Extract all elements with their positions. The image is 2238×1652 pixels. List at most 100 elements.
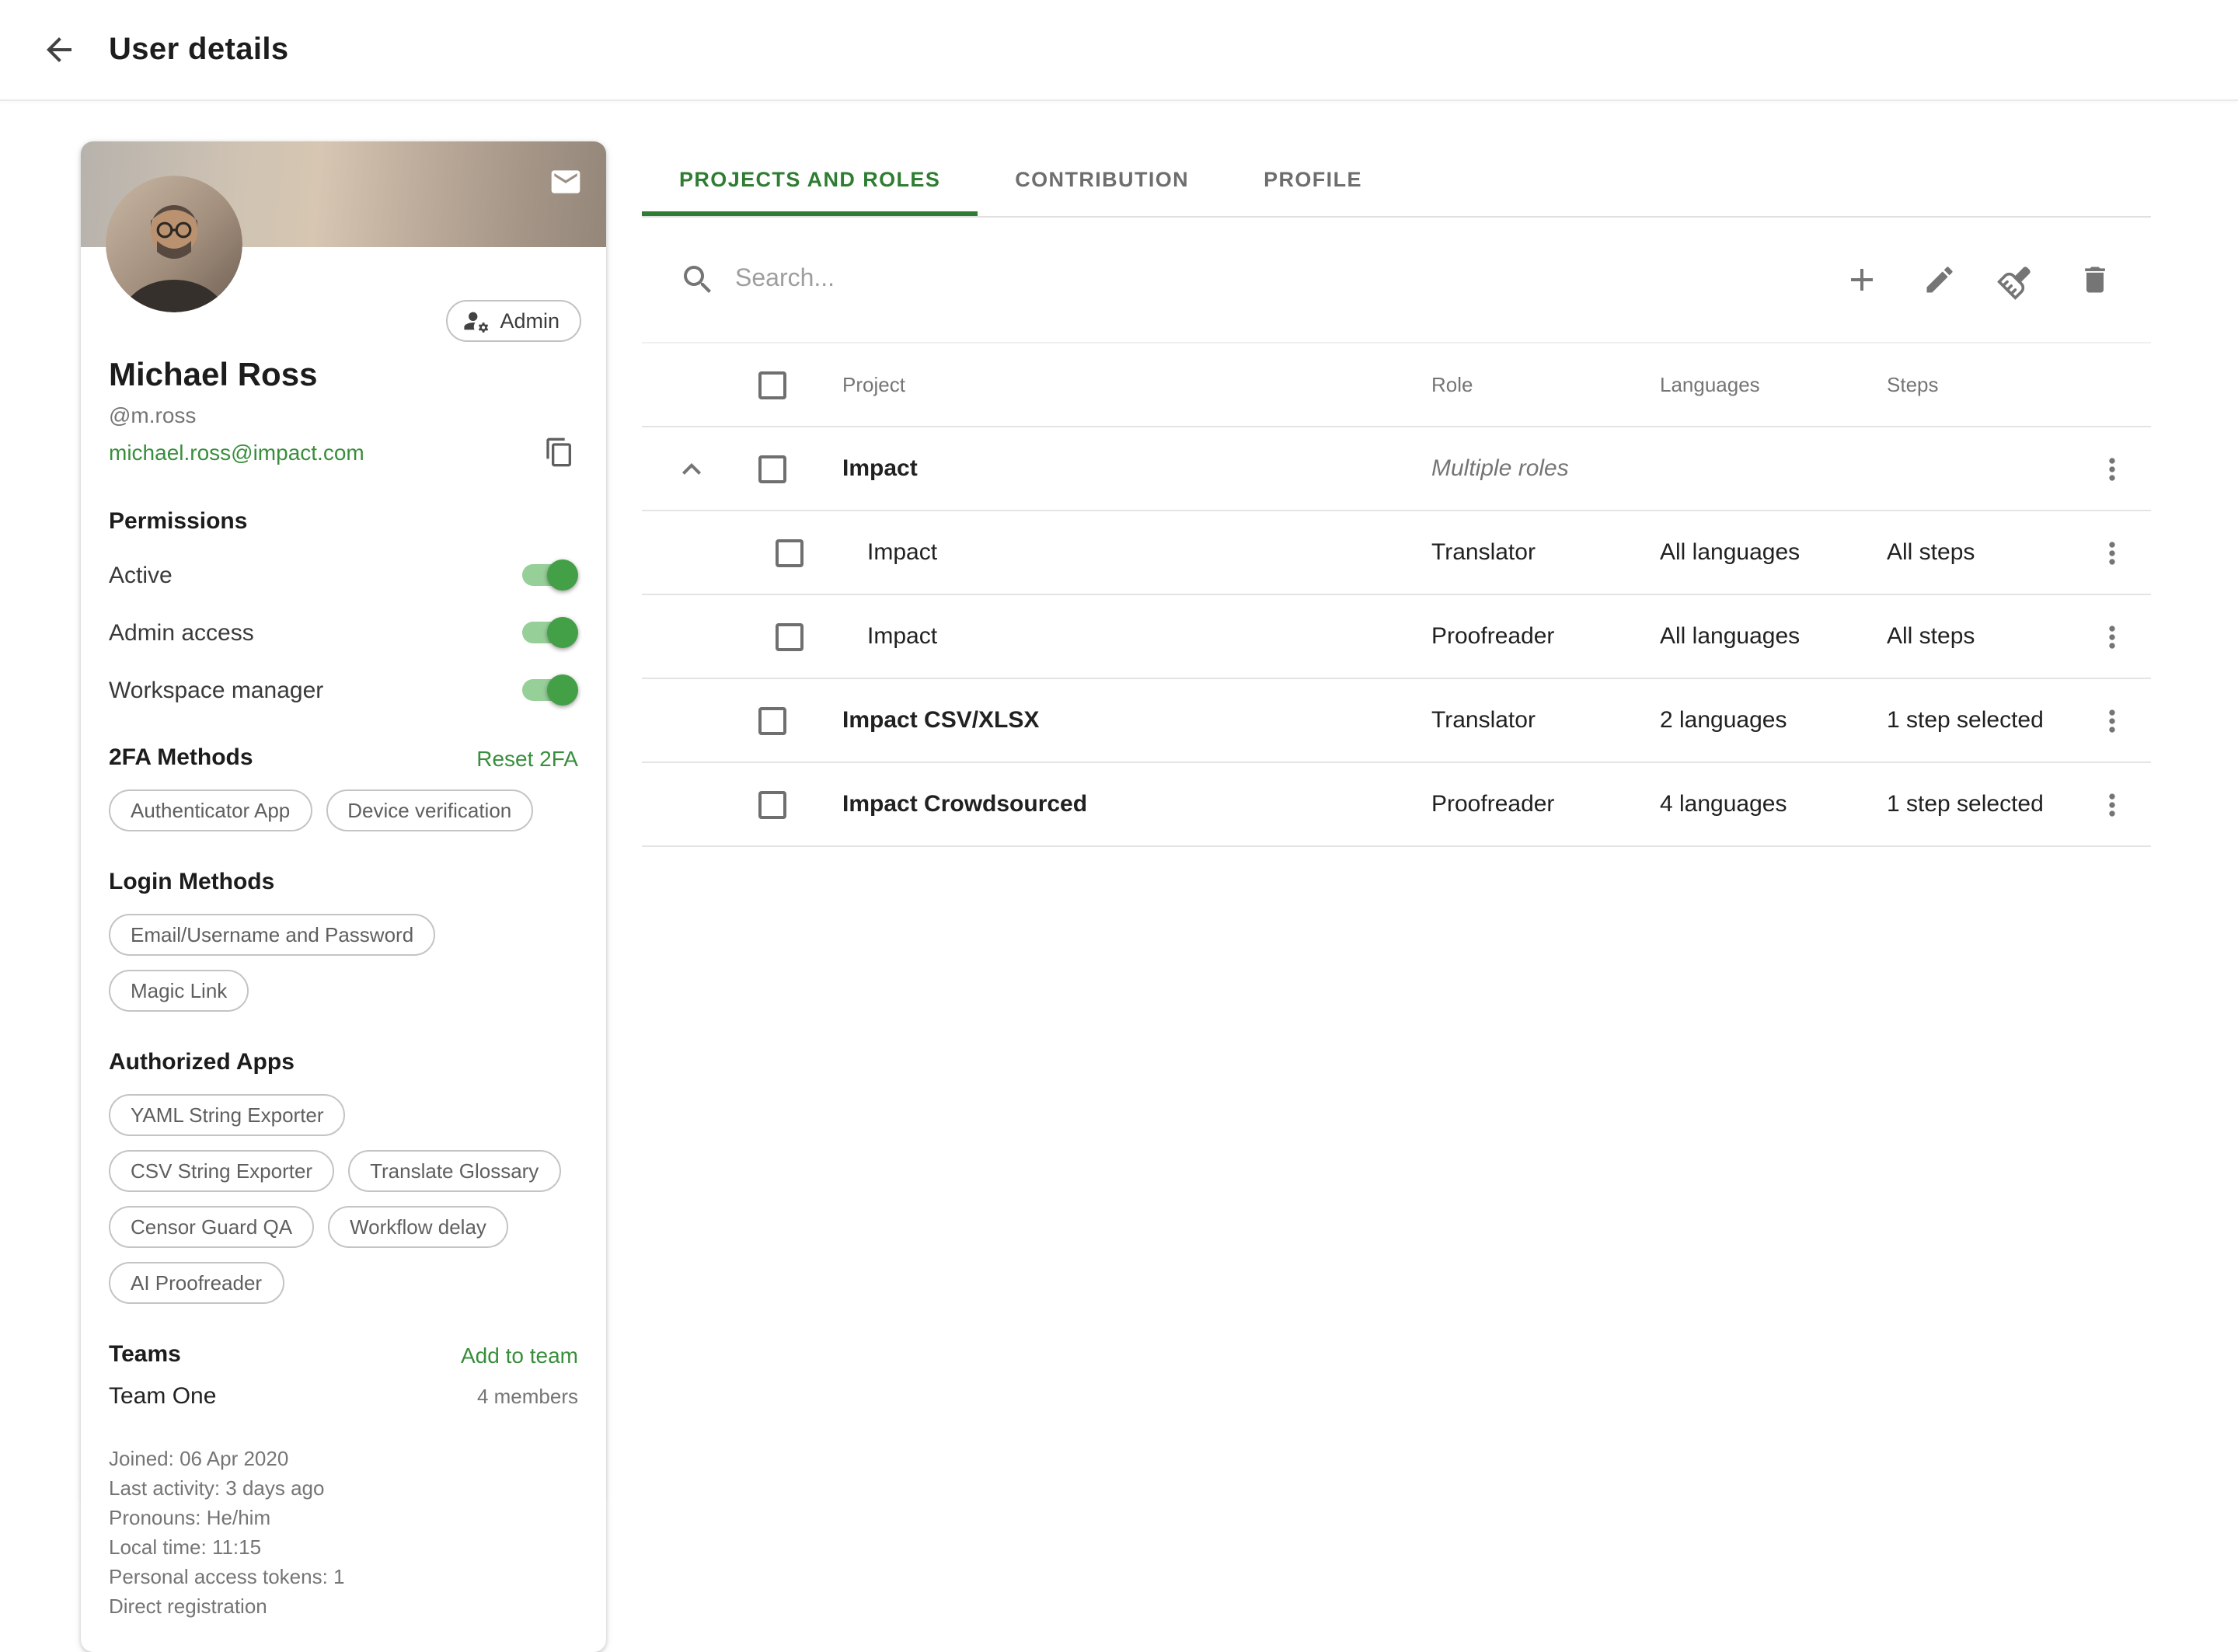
table-row[interactable]: Impact CSV/XLSX Translator 2 languages 1… [642, 679, 2151, 763]
tab-projects-and-roles[interactable]: PROJECTS AND ROLES [642, 141, 978, 216]
permissions-title: Permissions [109, 508, 578, 535]
login-method-chip: Magic Link [109, 970, 249, 1012]
project-languages: All languages [1660, 623, 1887, 650]
meta-registration: Direct registration [109, 1591, 578, 1621]
admin-badge-label: Admin [500, 309, 560, 333]
user-details-page: User details [0, 0, 2238, 1500]
project-name: Impact Crowdsourced [804, 791, 1431, 817]
identity-block: Michael Ross @m.ross michael.ross@impact… [81, 342, 606, 471]
tab-contribution[interactable]: CONTRIBUTION [978, 141, 1226, 216]
permissions-section: Permissions Active Admin access Workspac… [81, 508, 606, 707]
authorized-apps-section: Authorized Apps YAML String Exporter CSV… [81, 1049, 606, 1304]
login-methods-section: Login Methods Email/Username and Passwor… [81, 869, 606, 1012]
toggle-row-workspace-manager: Workspace manager [109, 673, 578, 707]
meta-last-activity: Last activity: 3 days ago [109, 1473, 578, 1503]
kebab-menu-icon [2095, 535, 2129, 570]
row-checkbox[interactable] [758, 790, 786, 818]
row-menu-button[interactable] [2092, 616, 2132, 657]
kebab-menu-icon [2095, 787, 2129, 821]
main-area: Admin Michael Ross @m.ross michael.ross@… [0, 101, 2238, 1500]
projects-table: Project Role Languages Steps Impact Mult… [642, 342, 2151, 847]
kebab-menu-icon [2095, 619, 2129, 653]
add-to-team-link[interactable]: Add to team [461, 1342, 578, 1367]
content-panel: PROJECTS AND ROLES CONTRIBUTION PROFILE [642, 141, 2151, 847]
login-methods-title: Login Methods [109, 869, 578, 895]
search-input[interactable] [735, 266, 1843, 294]
project-steps: 1 step selected [1887, 791, 2073, 817]
login-method-chip: Email/Username and Password [109, 914, 435, 956]
broom-icon [1993, 256, 2041, 304]
admin-user-gear-icon [462, 308, 489, 334]
app-chip: YAML String Exporter [109, 1094, 346, 1136]
back-button[interactable] [37, 28, 81, 71]
teams-section: Teams Add to team Team One 4 members [81, 1341, 606, 1410]
top-bar: User details [0, 0, 2238, 101]
tab-profile[interactable]: PROFILE [1226, 141, 1400, 216]
send-email-button[interactable] [546, 162, 586, 202]
pencil-icon [1923, 263, 1957, 297]
row-checkbox[interactable] [776, 622, 804, 650]
meta-access-tokens: Personal access tokens: 1 [109, 1562, 578, 1591]
meta-local-time: Local time: 11:15 [109, 1532, 578, 1562]
project-role: Translator [1431, 539, 1660, 566]
twofa-chip: Authenticator App [109, 789, 312, 831]
project-languages: All languages [1660, 539, 1887, 566]
row-menu-button[interactable] [2092, 784, 2132, 824]
delete-button[interactable] [2076, 261, 2114, 298]
edit-button[interactable] [1921, 261, 1958, 298]
project-name: Impact [804, 623, 1431, 650]
toolbar-actions [1843, 261, 2114, 298]
reset-2fa-link[interactable]: Reset 2FA [476, 745, 578, 770]
project-role: Proofreader [1431, 791, 1660, 817]
admin-badge: Admin [445, 300, 581, 342]
table-row[interactable]: Impact Multiple roles [642, 427, 2151, 511]
table-toolbar [642, 218, 2151, 342]
copy-icon [544, 437, 575, 468]
collapse-row-button[interactable] [671, 448, 712, 489]
mail-icon [549, 165, 583, 199]
authorized-apps-title: Authorized Apps [109, 1049, 578, 1075]
column-header-steps: Steps [1887, 373, 2073, 396]
meta-pronouns: Pronouns: He/him [109, 1503, 578, 1532]
row-checkbox[interactable] [758, 706, 786, 734]
clean-button[interactable] [1999, 261, 2036, 298]
kebab-menu-icon [2095, 451, 2129, 486]
project-steps: All steps [1887, 539, 2073, 566]
plus-icon [1843, 261, 1881, 298]
team-name: Team One [109, 1383, 216, 1410]
add-button[interactable] [1843, 261, 1881, 298]
active-toggle[interactable] [519, 559, 578, 591]
workspace-manager-toggle[interactable] [519, 674, 578, 706]
copy-email-button[interactable] [541, 434, 578, 471]
row-menu-button[interactable] [2092, 448, 2132, 489]
project-name: Impact CSV/XLSX [804, 707, 1431, 734]
table-row[interactable]: Impact Crowdsourced Proofreader 4 langua… [642, 763, 2151, 847]
admin-access-toggle[interactable] [519, 617, 578, 648]
row-menu-button[interactable] [2092, 532, 2132, 573]
kebab-menu-icon [2095, 703, 2129, 737]
page-title: User details [109, 32, 289, 68]
app-chip: Censor Guard QA [109, 1206, 314, 1248]
teams-title: Teams [109, 1341, 181, 1368]
twofa-section: 2FA Methods Reset 2FA Authenticator App … [81, 744, 606, 831]
table-header-row: Project Role Languages Steps [642, 343, 2151, 427]
search-icon [679, 261, 716, 298]
project-name: Impact [804, 455, 1431, 482]
team-list-item[interactable]: Team One 4 members [109, 1383, 578, 1410]
row-checkbox[interactable] [758, 455, 786, 483]
twofa-title: 2FA Methods [109, 744, 253, 771]
project-languages: 4 languages [1660, 791, 1887, 817]
project-role: Translator [1431, 707, 1660, 734]
app-chip: Workflow delay [328, 1206, 508, 1248]
back-arrow-icon [40, 31, 78, 68]
toggle-row-admin-access: Admin access [109, 615, 578, 650]
project-languages: 2 languages [1660, 707, 1887, 734]
table-row[interactable]: Impact Proofreader All languages All ste… [642, 595, 2151, 679]
row-checkbox[interactable] [776, 538, 804, 566]
team-members-count: 4 members [477, 1385, 578, 1408]
avatar [106, 176, 242, 312]
row-menu-button[interactable] [2092, 700, 2132, 741]
select-all-checkbox[interactable] [758, 371, 786, 399]
user-email-link[interactable]: michael.ross@impact.com [109, 440, 364, 465]
table-row[interactable]: Impact Translator All languages All step… [642, 511, 2151, 595]
